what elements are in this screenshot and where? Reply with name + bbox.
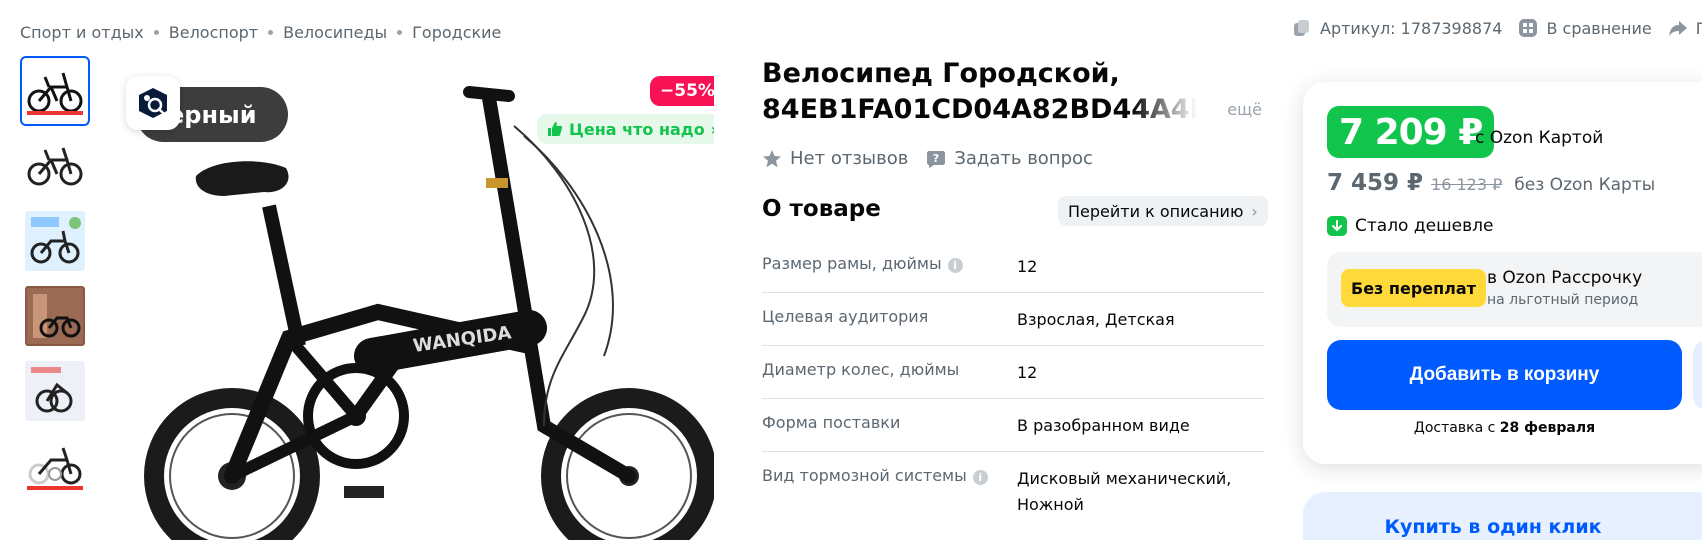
chevron-right-icon: › [711,120,714,139]
info-icon[interactable]: i [947,258,963,273]
share-icon [1668,21,1687,36]
good-price-badge[interactable]: Цена что надо › [537,114,714,144]
thumbnail[interactable] [20,356,90,426]
regular-price: 7 459 ₽ [1327,170,1424,196]
thumbnail[interactable] [20,206,90,276]
spec-key: Вид тормозной системы [762,466,967,485]
question-icon: ? [927,150,946,168]
top-actions: Артикул: 1787398874 В сравнение По [1292,18,1702,38]
share-label: По [1695,18,1702,38]
buy-one-click-button[interactable]: Купить в один клик [1303,492,1702,540]
ozon-card-price[interactable]: 7 209 ₽ [1327,106,1495,158]
article-copy[interactable]: Артикул: 1787398874 [1292,18,1502,38]
price-drop-label: Стало дешевле [1355,216,1494,236]
breadcrumb-separator [268,29,274,35]
reviews-label: Нет отзывов [790,148,909,169]
breadcrumb-bicycles[interactable]: Велосипеды [283,23,387,42]
visual-search-button[interactable] [126,76,180,130]
spec-value: В разобранном виде [1017,416,1190,435]
goto-description-button[interactable]: Перейти к описанию › [1058,196,1268,226]
favorite-button[interactable] [1693,340,1702,410]
spec-value: Дисковый механический, Ножной [1017,469,1232,514]
good-price-label: Цена что надо [569,119,705,139]
spec-value: 12 [1017,257,1038,276]
installment-tag: Без переплат [1341,269,1486,307]
without-card-label: без Ozon Карты [1514,175,1656,195]
delivery-info: Доставка с 28 февраля [1327,420,1682,436]
breadcrumb-cycling[interactable]: Велоспорт [169,23,258,42]
product-title-line1: Велосипед Городской, [762,58,1120,89]
svg-text:?: ? [933,152,939,165]
ask-question-link[interactable]: ? Задать вопрос [926,148,1093,169]
breadcrumb-sport[interactable]: Спорт и отдых [20,23,144,42]
old-price: 16 123 ₽ [1431,175,1503,194]
buy-box: 7 209 ₽ с Ozon Картой 7 459 ₽ 16 123 ₽ б… [1303,82,1702,464]
product-title-code: 84EB1FA01CD04A82BD44A4BD8 [762,94,1197,125]
title-more-link[interactable]: ещё [1227,92,1262,128]
spec-key: Диаметр колес, дюймы [762,360,960,379]
specs-list: Размер рамы, дюймы i 12 Целевая аудитория… [762,240,1264,530]
compare-icon [1519,19,1538,37]
bike-thumbnail-image [25,361,85,421]
product-image[interactable]: WANQIDA ерный −55% Цена что надо › [114,56,714,540]
installment-subtitle: на льготный период [1487,292,1639,308]
spec-key: Целевая аудитория [762,307,929,326]
bike-thumbnail-image [25,211,85,271]
chevron-right-icon: › [1251,201,1258,221]
bike-thumbnail-image [25,61,85,121]
product-title: Велосипед Городской, 84EB1FA01CD04A82BD4… [762,56,1262,128]
info-icon[interactable]: i [972,470,988,485]
arrow-down-icon [1327,216,1347,236]
ask-question-label: Задать вопрос [954,148,1093,169]
bike-thumbnail-image [25,436,85,496]
discount-badge: −55% [650,76,714,106]
add-to-cart-button[interactable]: Добавить в корзину [1327,340,1682,410]
visual-search-icon [139,88,167,118]
spec-value: 12 [1017,363,1038,382]
about-heading: О товаре [762,196,881,222]
buy-one-click-label: Купить в один клик [1384,516,1602,538]
spec-key: Размер рамы, дюймы [762,254,942,273]
spec-value: Взрослая, Детская [1017,310,1175,329]
spec-row: Диаметр колес, дюймы 12 [762,346,1264,399]
delivery-prefix: Доставка с [1413,420,1496,436]
installment-block[interactable]: Без переплат в Ozon Рассрочку на льготны… [1327,252,1702,327]
breadcrumb: Спорт и отдых Велоспорт Велосипеды Город… [20,20,501,44]
price-drop-indicator[interactable]: Стало дешевле [1327,216,1493,236]
spec-row: Форма поставки В разобранном виде [762,399,1264,452]
spec-row: Размер рамы, дюймы i 12 [762,240,1264,293]
bike-thumbnail-image [25,286,85,346]
ozon-card-label: с Ozon Картой [1475,128,1604,148]
spec-row: Целевая аудитория Взрослая, Детская [762,293,1264,346]
copy-icon [1294,20,1309,36]
compare-label: В сравнение [1546,18,1652,38]
breadcrumb-city[interactable]: Городские [412,23,501,42]
bike-thumbnail-image [25,136,85,196]
thumbs-up-icon [548,122,563,136]
reviews-link[interactable]: Нет отзывов [762,148,908,169]
thumbnail[interactable] [20,431,90,501]
thumbnail-list [20,56,90,506]
article-number: Артикул: 1787398874 [1320,18,1503,38]
goto-description-label: Перейти к описанию [1068,201,1244,221]
breadcrumb-separator [153,29,159,35]
star-icon [763,149,781,167]
delivery-date: 28 февраля [1499,420,1596,436]
thumbnail[interactable] [20,56,90,126]
spec-key: Форма поставки [762,413,901,432]
thumbnail[interactable] [20,281,90,351]
installment-title: в Ozon Рассрочку [1487,268,1643,288]
breadcrumb-separator [397,29,403,35]
thumbnail[interactable] [20,131,90,201]
spec-row: Вид тормозной системы i Дисковый механиче… [762,452,1264,530]
share-button[interactable]: По [1668,18,1702,38]
rating-row: Нет отзывов ? Задать вопрос [762,148,1093,169]
compare-button[interactable]: В сравнение [1518,18,1652,38]
regular-price-row: 7 459 ₽ 16 123 ₽ без Ozon Карты [1327,170,1655,196]
